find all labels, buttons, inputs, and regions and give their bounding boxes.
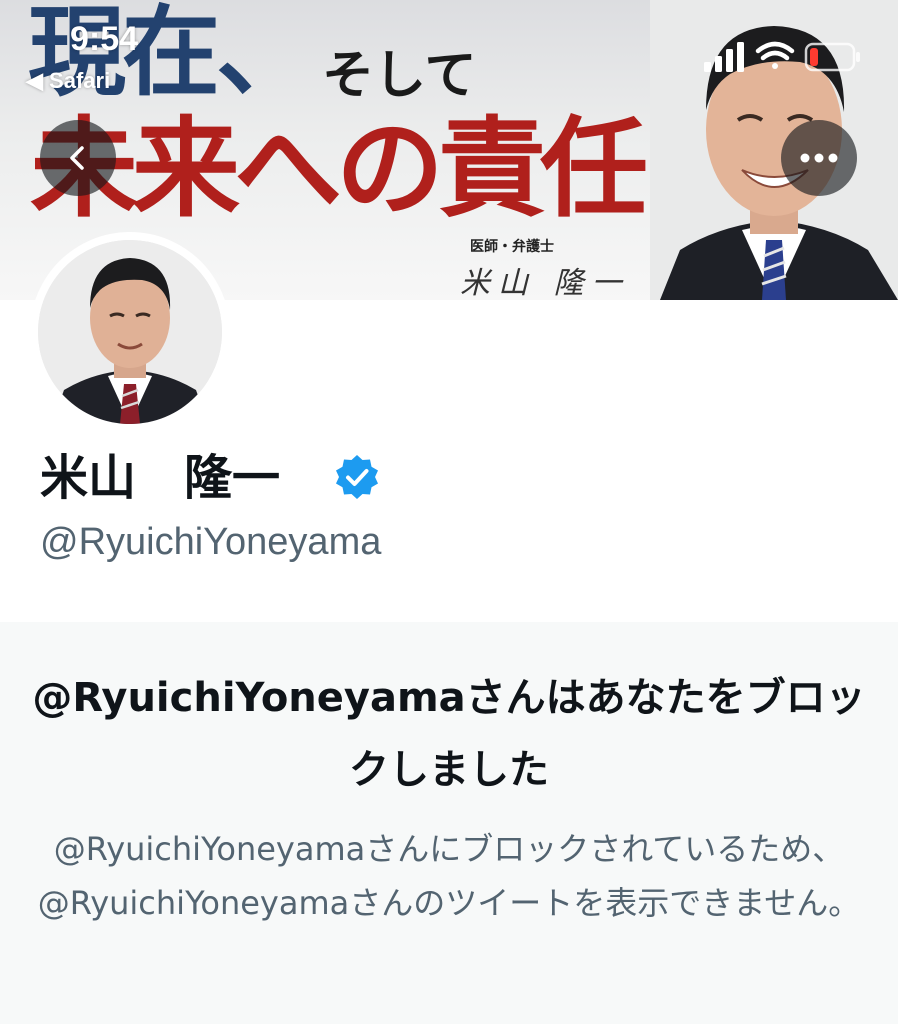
status-time: 9:54: [70, 20, 139, 58]
battery-icon: [804, 42, 860, 72]
more-horizontal-icon: [800, 153, 838, 163]
verified-badge-icon: [336, 455, 378, 499]
blocked-title: @RyuichiYoneyamaさんはあなたをブロックしました: [32, 675, 866, 793]
avatar-photo: [38, 240, 222, 424]
more-options-button[interactable]: [781, 120, 857, 196]
wifi-icon: [755, 41, 795, 69]
avatar-portrait: [38, 240, 222, 424]
status-icons: [704, 41, 860, 72]
avatar[interactable]: [30, 232, 230, 432]
back-button[interactable]: [40, 120, 116, 196]
banner-signature: 米山 隆一: [460, 266, 630, 300]
banner-headline-connector: そして: [322, 45, 477, 106]
cellular-signal-icon: [704, 42, 744, 72]
return-to-safari-link[interactable]: ◀ Safari: [26, 68, 110, 94]
chevron-left-icon: [70, 146, 84, 170]
profile-handle: @RyuichiYoneyama: [40, 521, 382, 563]
profile-display-name: 米山 隆一: [40, 450, 281, 506]
blocked-notice: @RyuichiYoneyamaさんはあなたをブロックしました @Ryuichi…: [0, 622, 898, 1024]
banner-headline-line2: 未来への責任: [30, 106, 648, 232]
blocked-description: @RyuichiYoneyamaさんにブロックされているため、@RyuichiY…: [37, 830, 861, 922]
banner-caption: 医師・弁護士: [470, 239, 554, 255]
